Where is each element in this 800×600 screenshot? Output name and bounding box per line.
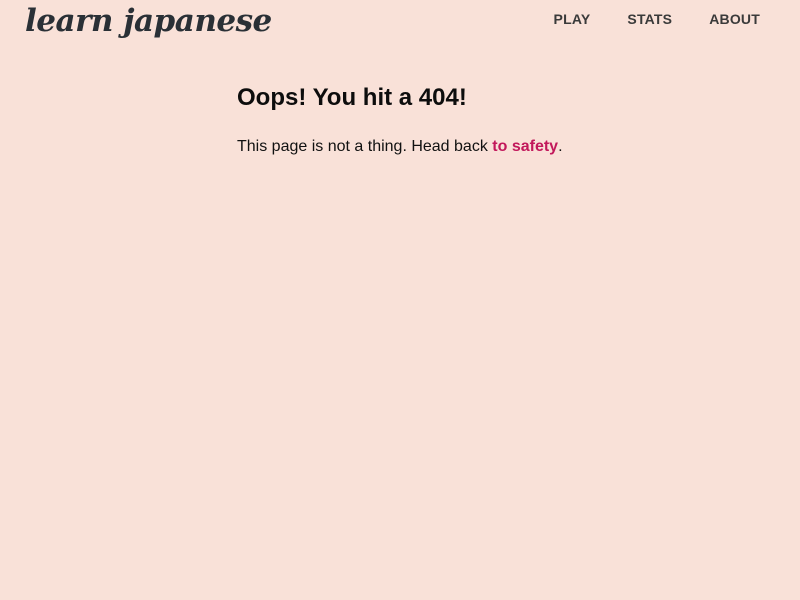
nav-item-stats[interactable]: STATS (627, 12, 672, 26)
main-nav: PLAY STATS ABOUT (554, 12, 760, 26)
error-message: This page is not a thing. Head back to s… (237, 137, 737, 157)
nav-item-about[interactable]: ABOUT (709, 12, 760, 26)
error-message-text: This page is not a thing. Head back (237, 138, 493, 155)
nav-item-play[interactable]: PLAY (554, 12, 591, 26)
site-logo[interactable]: learn japanese (25, 3, 272, 39)
error-message-end: . (558, 138, 563, 155)
safety-link[interactable]: to safety (492, 138, 558, 155)
main-content: Oops! You hit a 404! This page is not a … (237, 84, 737, 157)
site-header: learn japanese PLAY STATS ABOUT (0, 0, 800, 60)
page-title: Oops! You hit a 404! (237, 84, 467, 111)
